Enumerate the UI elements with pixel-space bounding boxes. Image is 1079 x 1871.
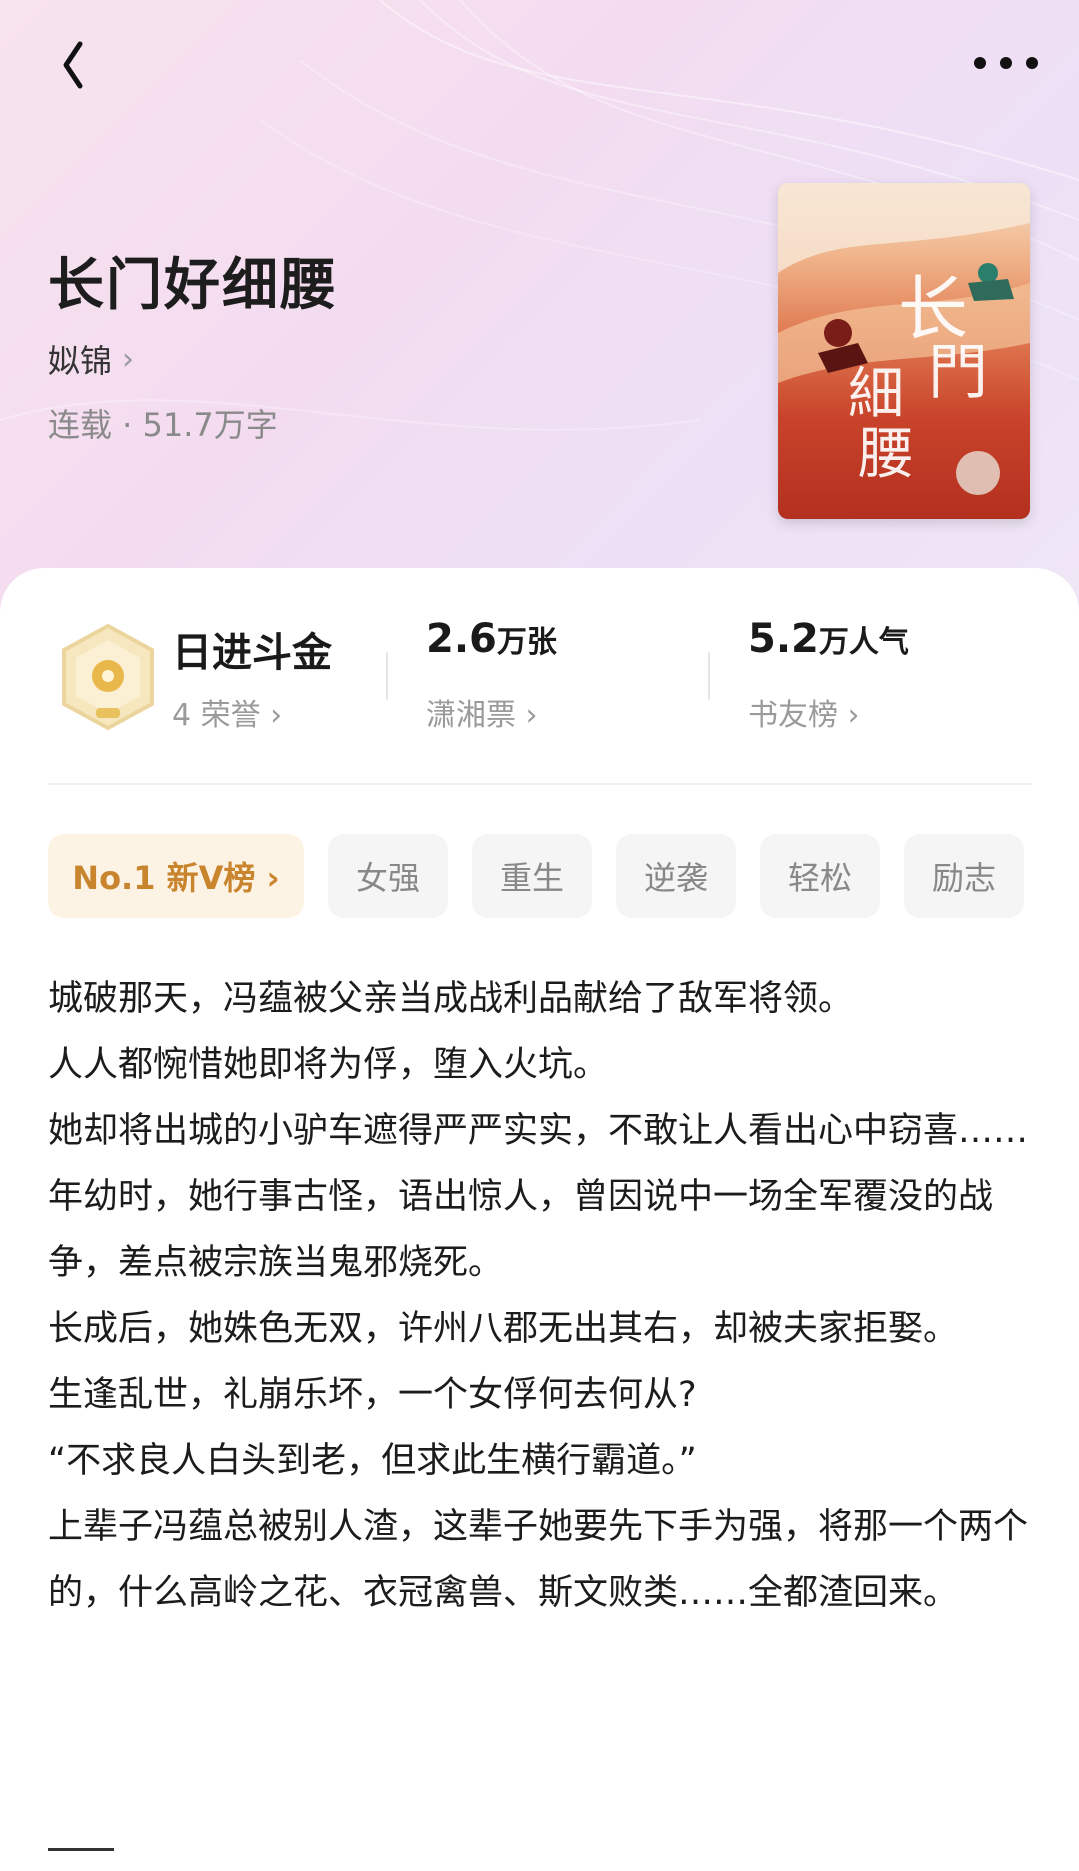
ticket-value: 2.6 xyxy=(426,616,497,662)
svg-text:腰: 腰 xyxy=(858,422,914,487)
description-paragraph: 生逢乱世，礼崩乐坏，一个女俘何去何从? xyxy=(48,1375,697,1415)
book-header-area: 长门好细腰 姒锦 › 连载 · 51.7万字 长 門 細 腰 xyxy=(0,0,1079,620)
cover-artwork: 长 門 細 腰 xyxy=(778,183,1030,495)
stat-divider xyxy=(708,652,710,700)
book-cover-image[interactable]: 长 門 細 腰 xyxy=(778,183,1030,519)
chevron-left-icon xyxy=(63,41,83,89)
book-meta: 连载 · 51.7万字 xyxy=(48,406,278,444)
chevron-right-icon: › xyxy=(122,341,135,377)
description-paragraph: 城破那天，冯蕴被父亲当成战利品献给了敌军将领。 xyxy=(48,979,854,1019)
chevron-right-icon: › xyxy=(847,698,860,733)
svg-text:細: 細 xyxy=(848,362,904,427)
description-paragraph: 上辈子冯蕴总被别人渣，这辈子她要先下手为强，将那一个两个的，什么高岭之花、衣冠禽… xyxy=(48,1507,1029,1613)
svg-text:門: 門 xyxy=(928,338,988,408)
tag-item[interactable]: 轻松 xyxy=(760,834,880,918)
popularity-value: 5.2 xyxy=(748,616,819,662)
rank-tag[interactable]: No.1 新V榜 › xyxy=(48,834,304,918)
popularity-stat: 5.2万人气 xyxy=(748,616,909,662)
stats-row: 日进斗金 4 荣誉 › 2.6万张 潇湘票 › 5.2万人气 书友榜 › xyxy=(48,612,1032,762)
description-paragraph: 她却将出城的小驴车遮得严严实实，不敢让人看出心中窃喜…… xyxy=(48,1111,1029,1151)
ticket-label: 潇湘票 xyxy=(426,698,516,733)
ticket-unit: 万张 xyxy=(496,625,557,660)
honor-title: 日进斗金 xyxy=(172,630,332,676)
description-paragraph: “不求良人白头到老，但求此生横行霸道。” xyxy=(48,1441,697,1481)
popularity-link[interactable]: 书友榜 › xyxy=(748,690,860,734)
tag-item[interactable]: 重生 xyxy=(472,834,592,918)
author-name: 姒锦 xyxy=(48,342,113,380)
more-button[interactable] xyxy=(970,45,1042,75)
popularity-label: 书友榜 xyxy=(748,698,838,733)
section-dash xyxy=(48,1848,114,1851)
more-dots-icon xyxy=(974,57,1038,69)
description-paragraph: 人人都惋惜她即将为俘，堕入火坑。 xyxy=(48,1045,609,1085)
tag-item[interactable]: 女强 xyxy=(328,834,448,918)
honor-badge-icon[interactable] xyxy=(60,622,156,732)
book-description: 城破那天，冯蕴被父亲当成战利品献给了敌军将领。 人人都惋惜她即将为俘，堕入火坑。… xyxy=(48,966,1038,1626)
description-paragraph: 年幼时，她行事古怪，语出惊人，曾因说中一场全军覆没的战争，差点被宗族当鬼邪烧死。 xyxy=(48,1177,994,1283)
back-button[interactable] xyxy=(50,32,100,92)
honor-count: 4 荣誉 xyxy=(172,698,261,733)
chevron-right-icon: › xyxy=(525,698,538,733)
book-title: 长门好细腰 xyxy=(48,252,338,318)
popularity-unit: 万人气 xyxy=(818,625,909,660)
author-link[interactable]: 姒锦 › xyxy=(48,336,134,382)
tag-item[interactable]: 逆袭 xyxy=(616,834,736,918)
divider xyxy=(48,783,1032,785)
tag-row: No.1 新V榜 › 女强 重生 逆袭 轻松 励志 xyxy=(48,834,1024,918)
chevron-right-icon: › xyxy=(270,698,283,733)
honor-link[interactable]: 4 荣誉 › xyxy=(172,690,282,734)
stat-divider xyxy=(386,652,388,700)
tag-item[interactable]: 励志 xyxy=(904,834,1024,918)
ticket-stat: 2.6万张 xyxy=(426,616,557,662)
description-paragraph: 长成后，她姝色无双，许州八郡无出其右，却被夫家拒娶。 xyxy=(48,1309,959,1349)
ticket-link[interactable]: 潇湘票 › xyxy=(426,690,538,734)
